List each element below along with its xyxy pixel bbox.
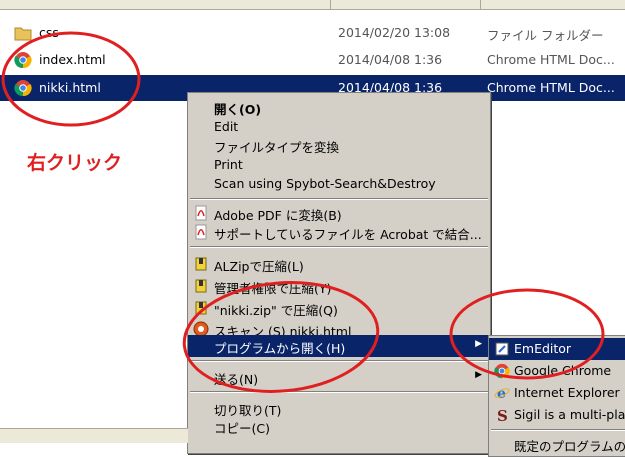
context-menu: 開く(O) Edit ファイルタイプを変換 Print Scan using S… bbox=[187, 92, 491, 454]
menu-separator bbox=[190, 360, 488, 362]
menu-item-open-with[interactable]: プログラムから開く(H) ▶ bbox=[188, 335, 490, 357]
menu-item-alzip[interactable]: ALZipで圧縮(L) bbox=[188, 253, 490, 275]
svg-text:e: e bbox=[497, 386, 506, 401]
menu-item-copy[interactable]: コピー(C) bbox=[188, 415, 490, 437]
menu-item-send-to[interactable]: 送る(N) ▶ bbox=[188, 366, 490, 388]
menu-item-spybot-scan[interactable]: Scan using Spybot-Search&Destroy bbox=[188, 173, 490, 195]
annotation-right-click: 右クリック bbox=[27, 152, 123, 174]
folder-icon bbox=[14, 27, 32, 41]
alzip-icon bbox=[195, 301, 207, 315]
pdf-icon bbox=[195, 205, 207, 221]
svg-text:S: S bbox=[497, 407, 508, 423]
alzip-icon bbox=[195, 279, 207, 293]
menu-item-convert-filetype[interactable]: ファイルタイプを変換 bbox=[188, 134, 490, 156]
menu-separator bbox=[190, 198, 488, 200]
file-row-css[interactable]: css 2014/02/20 13:08 ファイル フォルダー bbox=[0, 20, 625, 46]
submenu-item-default-program[interactable]: 既定のプログラムの bbox=[489, 433, 625, 455]
column-separator[interactable] bbox=[330, 0, 331, 9]
submenu-arrow-icon: ▶ bbox=[475, 370, 482, 380]
menu-item-acrobat-combine[interactable]: サポートしているファイルを Acrobat で結合... bbox=[188, 221, 490, 243]
submenu-item-google-chrome[interactable]: Google Chrome bbox=[489, 360, 625, 382]
menu-item-admin-compress[interactable]: 管理者権限で圧縮(Y) bbox=[188, 275, 490, 297]
emeditor-icon bbox=[495, 342, 509, 356]
submenu-item-sigil[interactable]: S Sigil is a multi-pla bbox=[489, 404, 625, 426]
file-type: Chrome HTML Doc... bbox=[487, 80, 615, 95]
column-separator[interactable] bbox=[480, 0, 481, 9]
menu-separator bbox=[491, 429, 625, 431]
submenu-arrow-icon: ▶ bbox=[475, 339, 482, 349]
chrome-icon bbox=[14, 52, 32, 69]
file-name: css bbox=[39, 25, 59, 40]
submenu-item-internet-explorer[interactable]: e Internet Explorer bbox=[489, 382, 625, 404]
menu-separator bbox=[190, 246, 488, 248]
file-row-index-html[interactable]: index.html 2014/04/08 1:36 Chrome HTML D… bbox=[0, 47, 625, 73]
file-date: 2014/04/08 1:36 bbox=[338, 52, 443, 67]
file-type: ファイル フォルダー bbox=[487, 28, 604, 43]
alzip-icon bbox=[195, 257, 207, 271]
sigil-icon: S bbox=[497, 407, 508, 423]
column-header bbox=[0, 0, 625, 10]
menu-separator bbox=[190, 391, 488, 393]
submenu-item-emeditor[interactable]: EmEditor bbox=[489, 338, 625, 360]
file-name: index.html bbox=[39, 52, 106, 67]
status-bar bbox=[0, 428, 188, 443]
file-name: nikki.html bbox=[39, 80, 101, 95]
file-type: Chrome HTML Doc... bbox=[487, 52, 615, 67]
chrome-icon bbox=[14, 80, 32, 97]
menu-item-open[interactable]: 開く(O) bbox=[188, 96, 490, 118]
menu-item-compress-to-zip[interactable]: "nikki.zip" で圧縮(Q) bbox=[188, 297, 490, 319]
open-with-submenu: EmEditor Google Chrome e Internet Explor… bbox=[488, 335, 625, 457]
ie-icon: e bbox=[494, 386, 510, 401]
file-date: 2014/02/20 13:08 bbox=[338, 25, 451, 40]
chrome-icon bbox=[494, 363, 510, 379]
pdf-icon bbox=[195, 224, 207, 240]
